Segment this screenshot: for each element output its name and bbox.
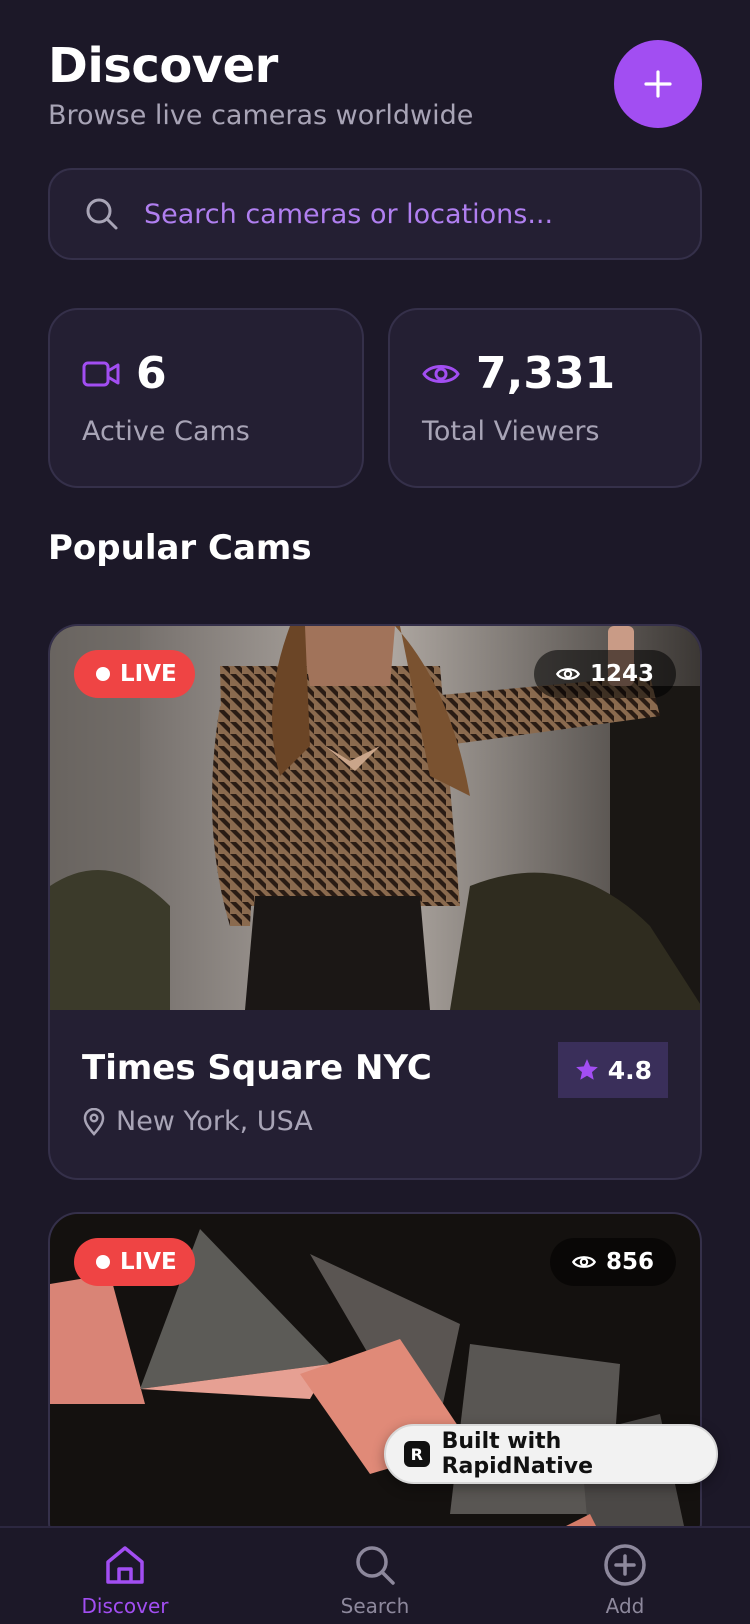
viewer-count-badge: 1243 [533, 650, 676, 698]
add-camera-button[interactable] [614, 40, 702, 128]
rating-badge: 4.8 [557, 1042, 668, 1098]
header: Discover Browse live cameras worldwide [48, 38, 473, 131]
tab-discover[interactable]: Discover [45, 1542, 205, 1618]
search-icon [86, 198, 118, 230]
eye-icon [571, 1256, 596, 1268]
built-with-label: Built with RapidNative [441, 1429, 593, 1479]
tab-add[interactable]: Add [545, 1542, 705, 1618]
home-icon [106, 1546, 144, 1584]
active-cams-label: Active Cams [82, 416, 250, 447]
plus-icon [644, 70, 672, 98]
live-badge: LIVE [74, 1238, 195, 1286]
eye-icon [422, 365, 460, 383]
cam-location-text: New York, USA [116, 1106, 313, 1137]
live-label: LIVE [120, 1249, 177, 1275]
viewer-count: 856 [605, 1249, 654, 1275]
cam-thumbnail[interactable]: LIVE 1243 [50, 626, 700, 1010]
tab-label: Search [340, 1594, 410, 1618]
search-input[interactable]: Search cameras or locations... [144, 199, 553, 230]
rapidnative-logo-icon: R [404, 1441, 430, 1467]
section-title: Popular Cams [48, 528, 312, 568]
rating-value: 4.8 [607, 1055, 652, 1085]
eye-icon [555, 668, 580, 680]
stat-card-active-cams: 6 Active Cams [48, 308, 364, 488]
bottom-tab-bar: Discover Search Add [0, 1526, 750, 1624]
plus-circle-icon [604, 1544, 646, 1586]
cam-card[interactable]: LIVE 1243 Times Square NYC New York, USA… [48, 624, 702, 1180]
search-icon [356, 1546, 395, 1585]
cam-thumbnail[interactable]: LIVE 856 [50, 1214, 700, 1550]
viewer-count: 1243 [589, 661, 654, 687]
built-with-badge[interactable]: R Built with RapidNative [384, 1424, 718, 1484]
tab-label: Discover [81, 1594, 169, 1618]
stat-card-total-viewers: 7,331 Total Viewers [388, 308, 702, 488]
video-camera-icon [82, 361, 120, 387]
map-pin-icon [83, 1107, 105, 1136]
search-bar[interactable]: Search cameras or locations... [48, 168, 702, 260]
total-viewers-value: 7,331 [476, 348, 616, 399]
tab-search[interactable]: Search [295, 1542, 455, 1618]
active-cams-value: 6 [136, 348, 167, 399]
live-dot-icon [96, 667, 110, 681]
page-title: Discover [48, 38, 278, 94]
cam-card[interactable]: LIVE 856 [48, 1212, 702, 1552]
page-subtitle: Browse live cameras worldwide [48, 100, 474, 131]
cam-info: Times Square NYC New York, USA 4.8 [50, 1010, 700, 1178]
viewer-count-badge: 856 [549, 1238, 676, 1286]
tab-label: Add [605, 1594, 645, 1618]
cam-location: New York, USA [82, 1106, 700, 1137]
star-icon [575, 1059, 598, 1080]
total-viewers-label: Total Viewers [422, 416, 600, 447]
live-dot-icon [96, 1255, 110, 1269]
live-badge: LIVE [74, 650, 195, 698]
live-label: LIVE [120, 661, 177, 687]
